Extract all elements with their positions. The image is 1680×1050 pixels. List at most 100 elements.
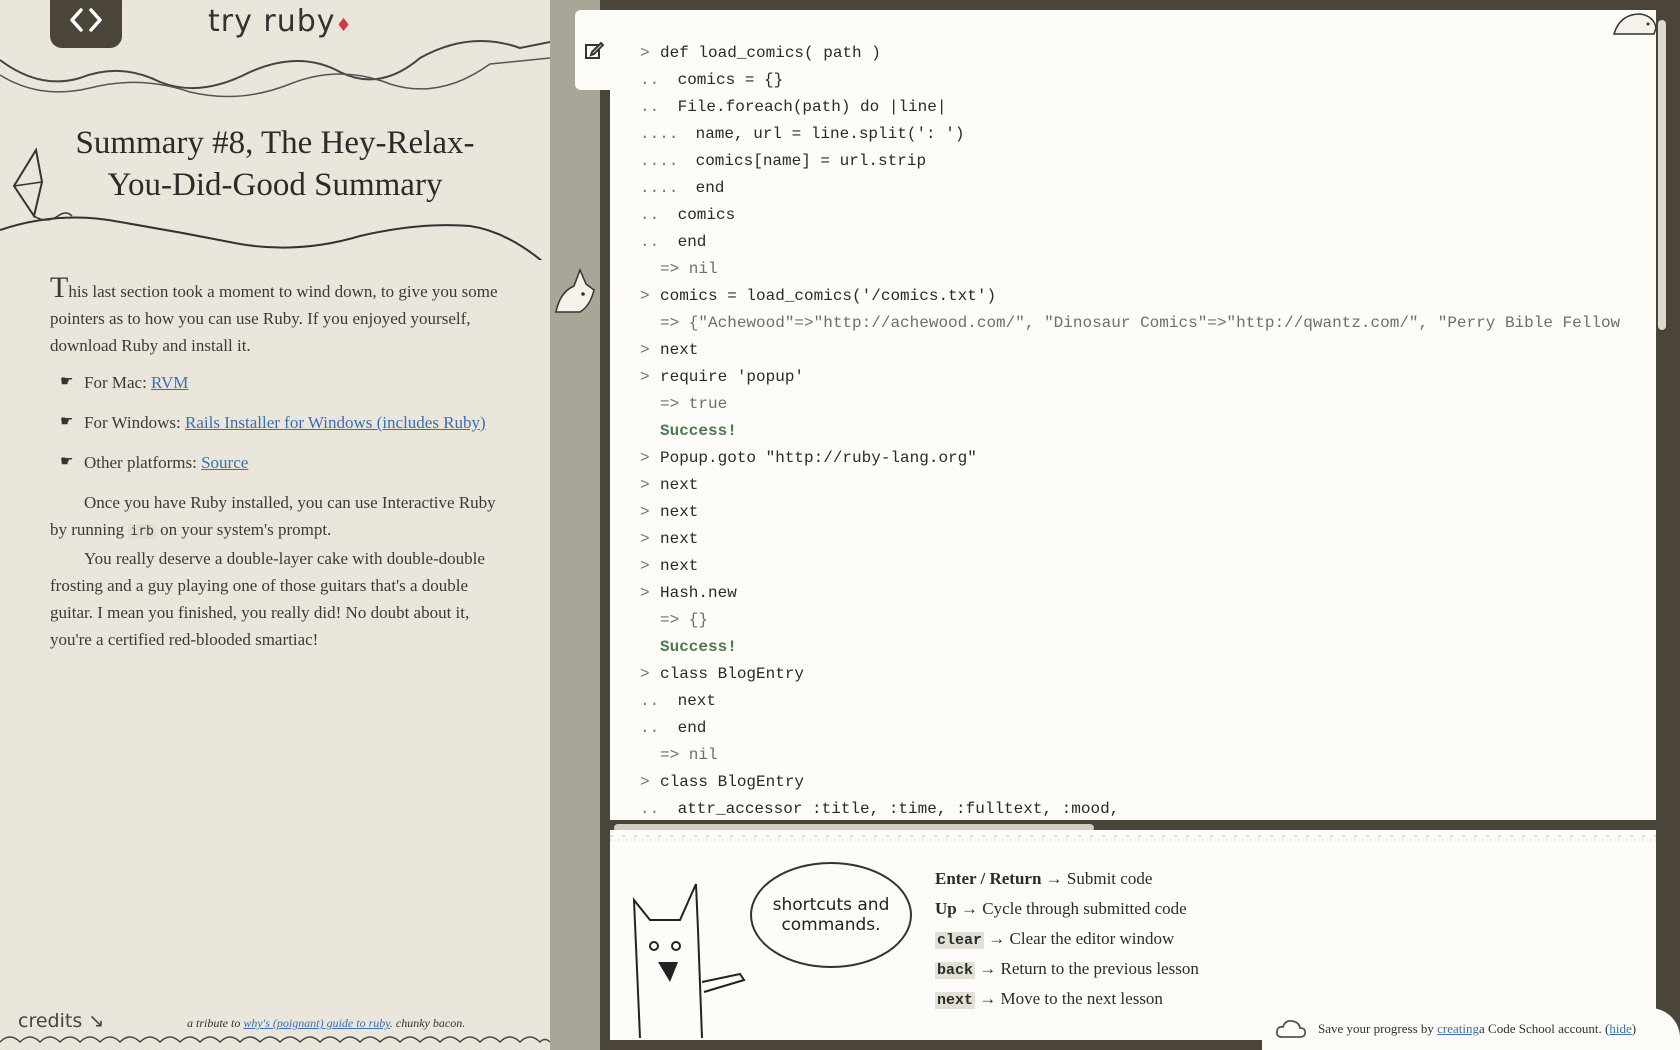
download-label: For Windows: [84,413,186,432]
console-line: .. attr_accessor :title, :time, :fulltex… [640,796,1620,820]
arrow-icon: → [975,959,1001,978]
shortcut-key: back [935,962,976,979]
shortcut-description: Submit code [1066,869,1153,888]
tribute-prefix: a tribute to [187,1016,244,1030]
rvm-link[interactable]: RVM [151,373,188,392]
save-middle: a Code School account. ( [1479,1021,1610,1036]
console-line: => nil [640,256,1620,283]
console-prompt: .. [640,719,660,737]
lesson-body: This last section took a moment to wind … [50,273,505,653]
console-prompt: > [640,503,650,521]
console-input: Popup.goto "http://ruby-lang.org" [660,449,977,467]
console-line: > next [640,472,1620,499]
console-input: comics [668,206,736,224]
console-line: > next [640,526,1620,553]
fox-character-icon [632,883,746,1039]
console-result: => {} [660,611,709,629]
scrollbar-thumb[interactable] [1658,20,1666,330]
console-prompt: .. [640,800,660,818]
console-line: > class BlogEntry [640,661,1620,688]
console-output[interactable]: > def load_comics( path ).. comics = {}..… [640,40,1620,820]
console-line: => {"Achewood"=>"http://achewood.com/", … [640,310,1620,337]
brand-logo[interactable]: try ruby♦ [208,4,353,39]
console-line: > class BlogEntry [640,769,1620,796]
cloud-icon [1275,1019,1307,1038]
irb-text-after: on your system's prompt. [155,520,332,539]
list-item: ☛ For Mac: RVM [50,369,505,396]
shortcut-row: next → Move to the next lesson [935,984,1199,1014]
console-result: => nil [660,260,718,278]
console-input: end [668,233,707,251]
console-input: name, url = line.split(': ') [686,125,965,143]
poignant-guide-link[interactable]: why's (poignant) guide to ruby [243,1016,390,1030]
console-input: comics = load_comics('/comics.txt') [660,287,997,305]
console-line: > def load_comics( path ) [640,40,1620,67]
console-line: Success! [640,418,1620,445]
console-line: > Hash.new [640,580,1620,607]
arrow-icon: → [975,989,1001,1008]
list-item: ☛ For Windows: Rails Installer for Window… [50,409,505,436]
console-input: File.foreach(path) do |line| [668,98,947,116]
save-progress-bar: Save your progress by creating a Code Sc… [1262,1008,1680,1050]
console-input: comics = {} [668,71,784,89]
create-account-link[interactable]: creating [1437,1021,1479,1037]
console-prompt: .. [640,98,660,116]
shortcut-description: Return to the previous lesson [1000,959,1199,978]
save-suffix: ) [1631,1021,1637,1036]
download-label: Other platforms: [84,453,202,472]
arrow-icon: → [1041,869,1067,888]
console-prompt: .. [640,71,660,89]
brand-name: try ruby [208,4,336,39]
intro-paragraph: This last section took a moment to wind … [50,273,505,359]
shortcut-key: clear [935,932,985,949]
panel-divider [550,0,600,1050]
console-line: > next [640,553,1620,580]
console-input: end [686,179,725,197]
console-prompt: > [640,449,650,467]
console-line: .. end [640,715,1620,742]
console-prompt: > [640,557,650,575]
hide-link[interactable]: hide [1609,1021,1631,1037]
console-prompt: .... [640,125,679,143]
console-line: .. File.foreach(path) do |line| [640,94,1620,121]
shortcut-row: Up → Cycle through submitted code [935,894,1199,924]
console-line: .. next [640,688,1620,715]
credits-link[interactable]: credits ↘ [18,1010,104,1032]
console-input: next [660,341,699,359]
rails-installer-link[interactable]: Rails Installer for Windows (includes Ru… [185,413,486,432]
console-line: .. comics [640,202,1620,229]
console-prompt: > [640,665,650,683]
vertical-scrollbar[interactable] [1658,20,1666,330]
console-prompt: > [640,584,650,602]
tribute-text: a tribute to why's (poignant) guide to r… [187,1016,465,1031]
console-prompt: .. [640,692,660,710]
code-brackets-icon [70,8,102,32]
intro-text: his last section took a moment to wind d… [50,282,498,355]
console-prompt: > [640,773,650,791]
console-line: > next [640,499,1620,526]
console-line: .... end [640,175,1620,202]
console-line: .. comics = {} [640,67,1620,94]
irb-code: irb [128,524,156,539]
console-prompt: > [640,476,650,494]
console-line: .. end [640,229,1620,256]
success-message: Success! [660,422,737,440]
source-link[interactable]: Source [201,453,248,472]
shortcut-list: Enter / Return → Submit code Up → Cycle t… [935,864,1199,1014]
drop-cap: T [50,271,69,304]
console-editor[interactable]: > def load_comics( path ).. comics = {}..… [610,10,1656,820]
console-input: next [660,503,699,521]
speech-bubble: shortcuts and commands. [750,862,912,968]
console-input: next [660,476,699,494]
arrow-icon: → [984,929,1010,948]
edit-button[interactable] [575,10,613,90]
shortcut-description: Move to the next lesson [1000,989,1163,1008]
hand-pointer-icon: ☛ [60,414,74,430]
console-line: => {} [640,607,1620,634]
shortcut-key: Up [935,899,957,918]
console-input: next [660,530,699,548]
home-button[interactable] [50,0,122,48]
tribute-suffix: . chunky bacon. [389,1016,466,1030]
console-line: .... name, url = line.split(': ') [640,121,1620,148]
console-line: > Popup.goto "http://ruby-lang.org" [640,445,1620,472]
